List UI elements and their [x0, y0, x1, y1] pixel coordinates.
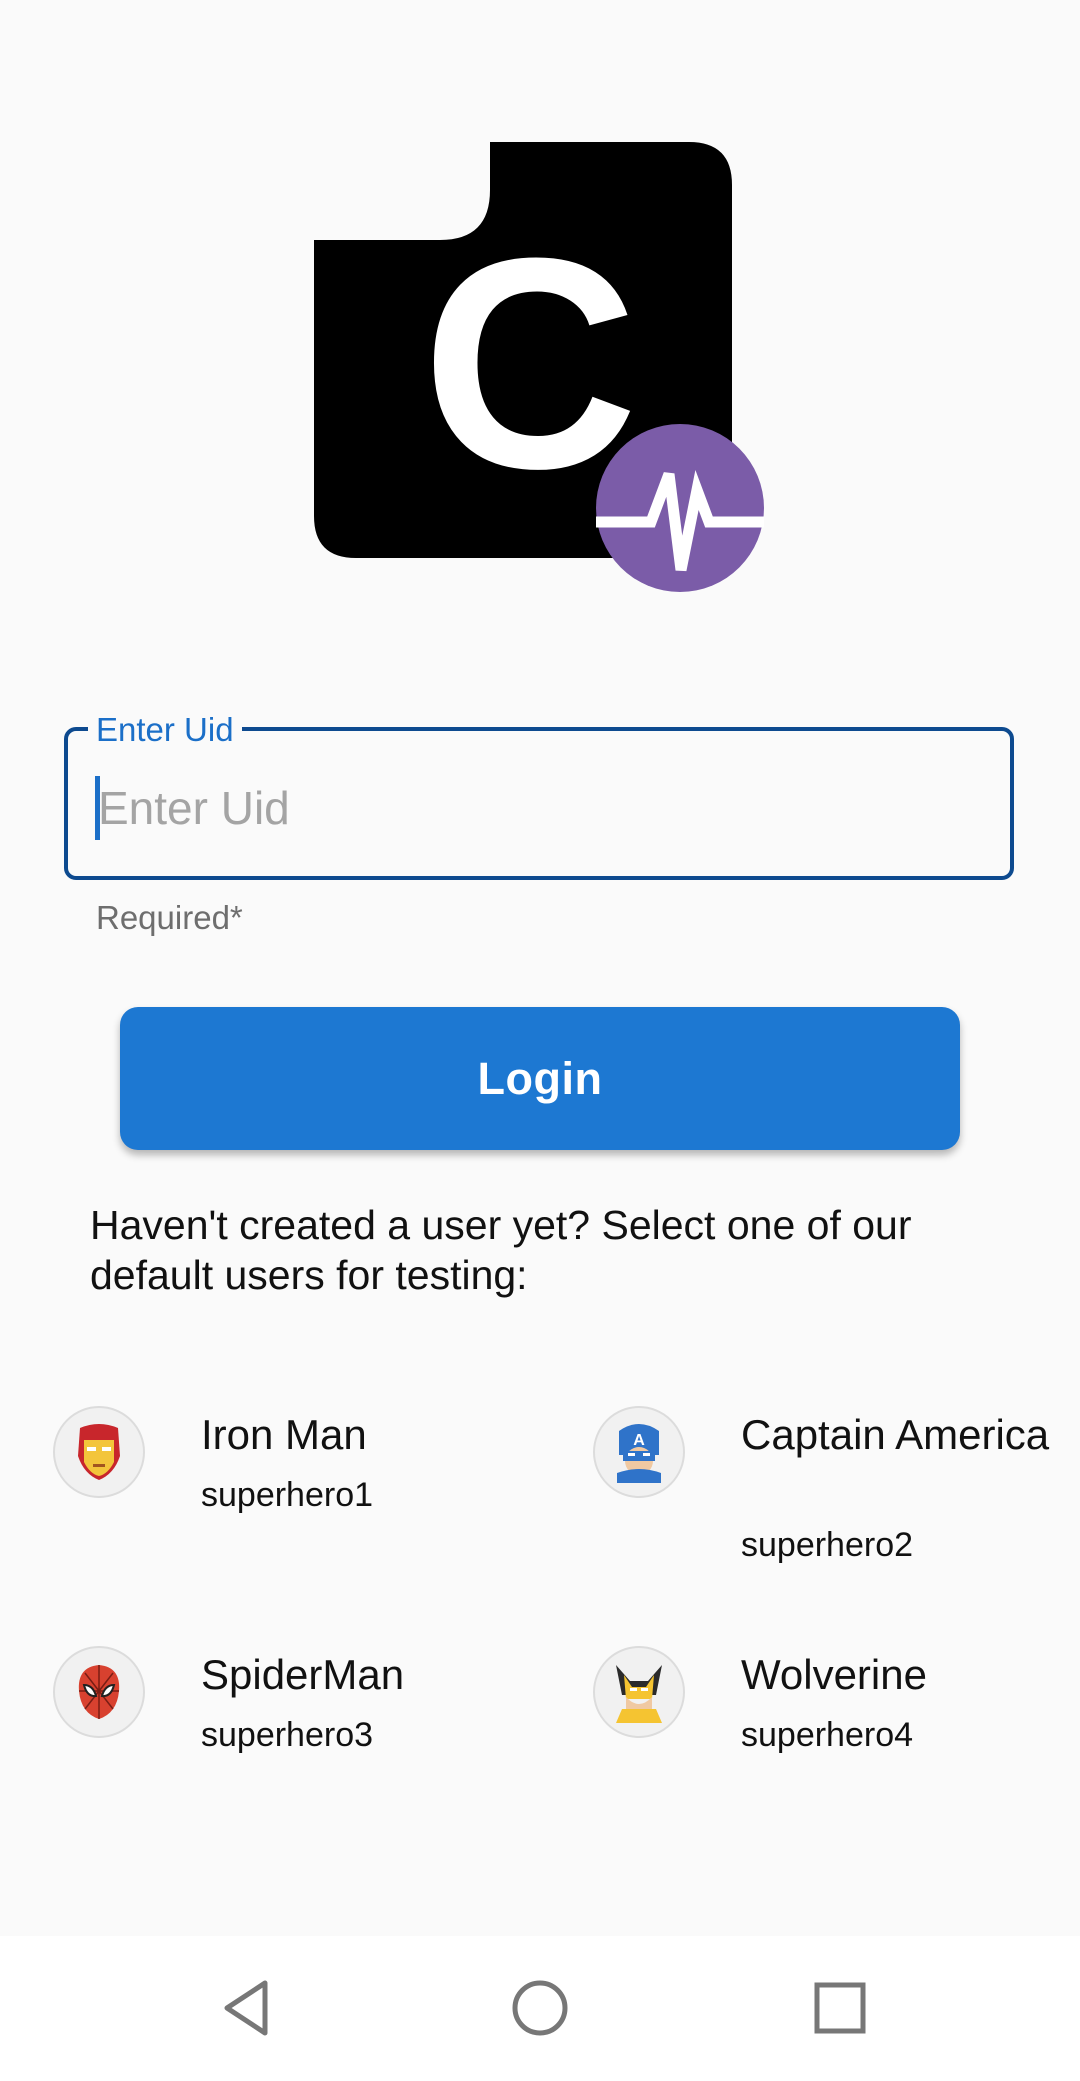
- svg-text:A: A: [633, 1432, 645, 1449]
- uid-helper-text: Required*: [96, 899, 243, 936]
- iron-man-avatar: [53, 1406, 145, 1498]
- wolverine-avatar: [593, 1646, 685, 1738]
- recents-icon[interactable]: [795, 1963, 885, 2053]
- spiderman-avatar: [53, 1646, 145, 1738]
- home-icon[interactable]: [495, 1963, 585, 2053]
- default-users-prompt: Haven't created a user yet? Select one o…: [90, 1202, 912, 1298]
- user-uid: superhero3: [201, 1716, 374, 1754]
- uid-input[interactable]: [98, 770, 978, 846]
- login-button-label: Login: [477, 1052, 603, 1104]
- default-user-captain-america[interactable]: A Captain America superhero2: [593, 1406, 1080, 1606]
- user-uid: superhero1: [201, 1476, 374, 1514]
- default-user-spiderman[interactable]: SpiderMan superhero3: [53, 1646, 553, 1846]
- system-navigation-bar: [0, 1936, 1080, 2081]
- back-icon[interactable]: [202, 1963, 292, 2053]
- user-name: Wolverine: [741, 1651, 927, 1698]
- heartbeat-badge-icon: [596, 424, 764, 592]
- app-logo: C: [314, 142, 764, 592]
- captain-america-avatar: A: [593, 1406, 685, 1498]
- default-user-iron-man[interactable]: Iron Man superhero1: [53, 1406, 553, 1606]
- user-name: Iron Man: [201, 1411, 367, 1458]
- user-name: Captain America: [741, 1411, 1050, 1458]
- default-user-wolverine[interactable]: Wolverine superhero4: [593, 1646, 1080, 1846]
- uid-field-label: Enter Uid: [88, 706, 242, 754]
- user-name: SpiderMan: [201, 1651, 405, 1698]
- user-uid: superhero4: [741, 1716, 914, 1754]
- user-uid: superhero2: [741, 1526, 914, 1564]
- login-button[interactable]: Login: [120, 1007, 960, 1150]
